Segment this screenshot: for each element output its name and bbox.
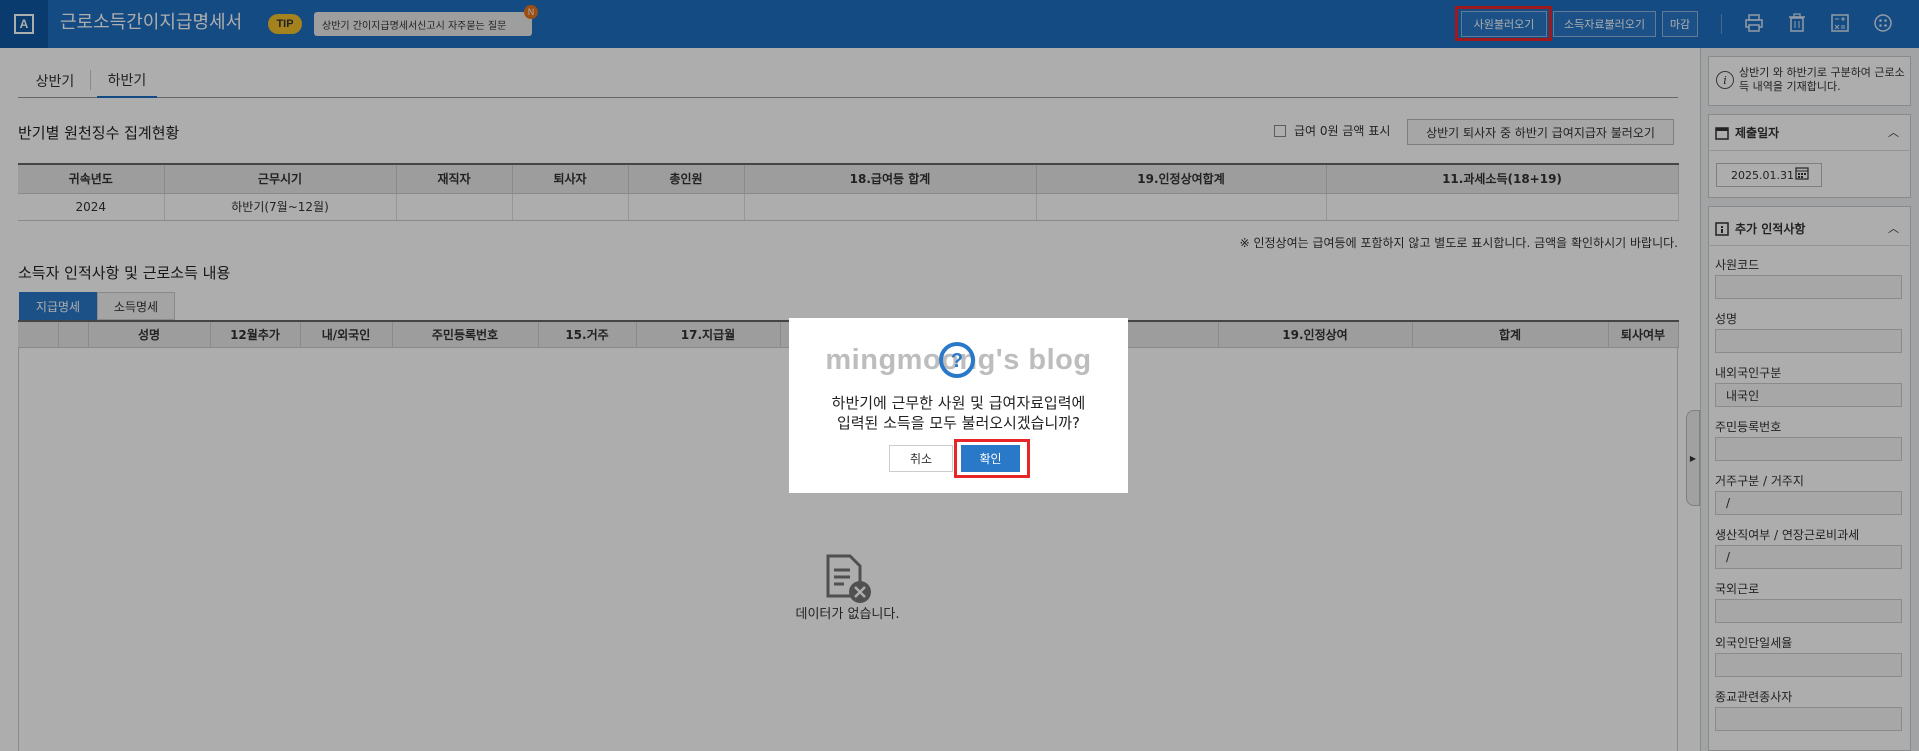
dialog-message-line1: 하반기에 근무한 사원 및 급여자료입력에 (831, 394, 1086, 412)
highlight-box (954, 439, 1030, 478)
svg-text:?: ? (951, 350, 963, 372)
cancel-button[interactable]: 취소 (889, 445, 953, 472)
dialog-message-line2: 입력된 소득을 모두 불러오시겠습니까? (836, 414, 1081, 432)
question-icon: ? (938, 341, 976, 379)
